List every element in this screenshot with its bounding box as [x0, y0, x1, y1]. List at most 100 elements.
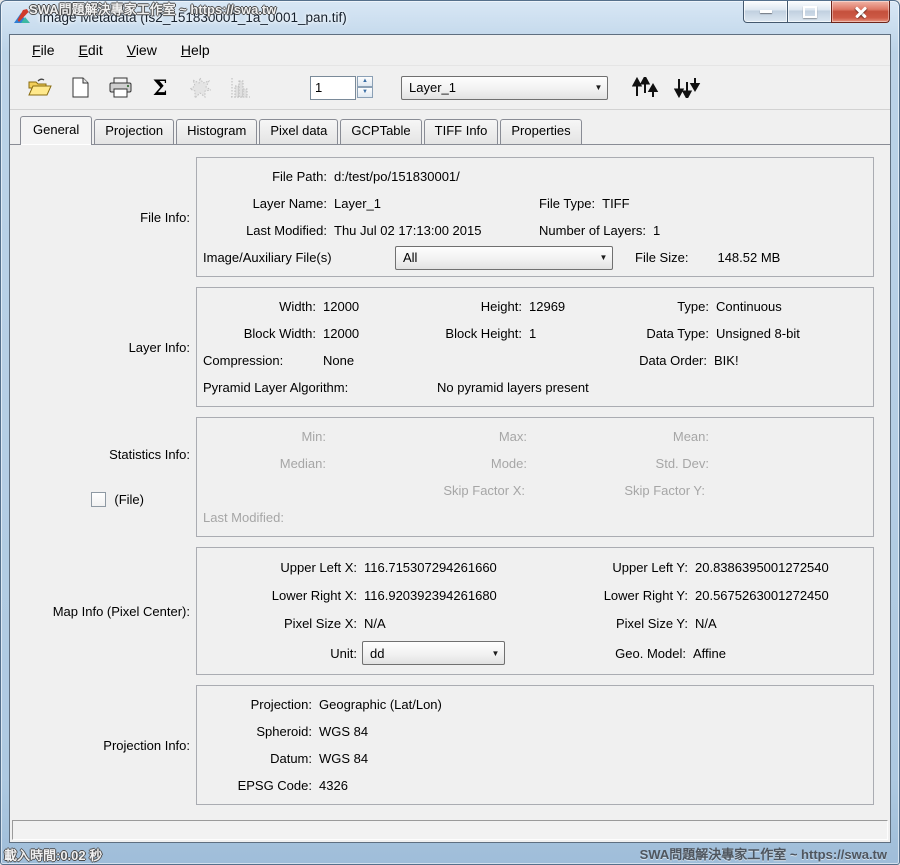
aux-files-row: Image/Auxiliary File(s) All ▼ File Size:… — [197, 244, 873, 271]
titlebar: Image Metadata (fs2_151830001_1a_0001_pa… — [1, 1, 899, 34]
print-button[interactable] — [104, 72, 136, 103]
skip-factor-y-label: Skip Factor Y: — [530, 483, 710, 498]
statistics-button[interactable]: Σ — [144, 72, 176, 103]
tab-histogram[interactable]: Histogram — [176, 119, 257, 144]
down-arrows-icon — [674, 77, 701, 98]
open-button[interactable] — [24, 72, 56, 103]
file-checkbox[interactable] — [91, 492, 106, 507]
datum-row: Datum: WGS 84 — [197, 745, 873, 772]
aux-files-select-value: All — [403, 250, 595, 265]
compression-row: Compression: None Data Order: BIK! — [197, 347, 873, 374]
maximize-icon — [803, 6, 817, 18]
block-height-value: 1 — [527, 326, 633, 341]
pixel-data-button-disabled — [184, 72, 216, 103]
projection-row: Projection: Geographic (Lat/Lon) — [197, 691, 873, 718]
median-label: Median: — [197, 456, 331, 471]
file-size-label: File Size: — [635, 250, 693, 265]
tab-projection[interactable]: Projection — [94, 119, 174, 144]
num-layers-label: Number of Layers: — [539, 223, 651, 238]
pyramid-value: No pyramid layers present — [435, 380, 589, 395]
dropdown-arrow-icon: ▼ — [487, 642, 504, 664]
last-modified-value: Thu Jul 02 17:13:00 2015 — [332, 223, 539, 238]
dimensions-row: Width: 12000 Height: 12969 Type: Continu… — [197, 293, 873, 320]
tab-properties[interactable]: Properties — [500, 119, 581, 144]
menu-view[interactable]: View — [115, 39, 169, 61]
pixel-size-x-value: N/A — [362, 616, 573, 631]
pixel-size-row: Pixel Size X: N/A Pixel Size Y: N/A — [197, 609, 873, 637]
menu-file[interactable]: File — [20, 39, 67, 61]
tab-pixel-data[interactable]: Pixel data — [259, 119, 338, 144]
height-label: Height: — [427, 299, 527, 314]
raise-layer-button[interactable] — [628, 74, 662, 102]
tab-strip: General Projection Histogram Pixel data … — [10, 110, 890, 144]
minimize-button[interactable] — [743, 1, 788, 23]
file-checkbox-row: (File) — [91, 492, 190, 507]
dotted-star-icon — [189, 77, 211, 99]
layer-info-label: Layer Info: — [10, 287, 196, 407]
close-icon — [854, 6, 868, 18]
layer-info-group: Width: 12000 Height: 12969 Type: Continu… — [196, 287, 874, 407]
projection-value: Geographic (Lat/Lon) — [317, 697, 442, 712]
unit-select[interactable]: dd ▼ — [362, 641, 505, 665]
upper-left-x-value: 116.715307294261660 — [362, 560, 573, 575]
maximize-button[interactable] — [787, 1, 832, 23]
dotted-histogram-icon — [229, 77, 251, 99]
printer-icon — [109, 77, 132, 98]
compression-label: Compression: — [197, 353, 321, 368]
aux-files-select[interactable]: All ▼ — [395, 246, 613, 270]
close-button[interactable] — [831, 1, 890, 23]
pixel-size-x-label: Pixel Size X: — [197, 616, 362, 631]
menu-bar: File Edit View Help — [10, 35, 890, 66]
layer-name-label: Layer Name: — [197, 196, 332, 211]
file-path-row: File Path: d:/test/po/151830001/ — [197, 163, 873, 190]
data-type-value: Unsigned 8-bit — [714, 326, 800, 341]
app-icon — [13, 8, 32, 27]
lower-layer-button[interactable] — [670, 74, 704, 102]
window-title: Image Metadata (fs2_151830001_1a_0001_pa… — [39, 10, 347, 25]
max-label: Max: — [432, 429, 532, 444]
geo-model-value: Affine — [691, 646, 726, 661]
menu-help[interactable]: Help — [169, 39, 222, 61]
datum-label: Datum: — [197, 751, 317, 766]
layer-number-input[interactable] — [310, 76, 356, 100]
epsg-value: 4326 — [317, 778, 348, 793]
file-path-value: d:/test/po/151830001/ — [332, 169, 460, 184]
tab-general[interactable]: General — [20, 116, 92, 145]
aux-files-label: Image/Auxiliary File(s) — [197, 250, 395, 265]
file-path-label: File Path: — [197, 169, 332, 184]
up-arrows-icon — [632, 77, 659, 98]
layer-select-value: Layer_1 — [409, 80, 590, 95]
watermark-load-time: 載入時間:0.02 秒 — [4, 845, 102, 864]
mean-label: Mean: — [638, 429, 714, 444]
statistics-info-section: Statistics Info: (File) Min: Max: Mean: — [10, 417, 874, 537]
block-width-value: 12000 — [321, 326, 427, 341]
tab-gcptable[interactable]: GCPTable — [340, 119, 421, 144]
pyramid-row: Pyramid Layer Algorithm: No pyramid laye… — [197, 374, 873, 401]
type-label: Type: — [633, 299, 714, 314]
data-order-label: Data Order: — [631, 353, 712, 368]
menu-edit[interactable]: Edit — [67, 39, 115, 61]
file-size-value: 148.52 MB — [715, 250, 780, 265]
layer-name-value: Layer_1 — [332, 196, 539, 211]
new-file-button[interactable] — [64, 72, 96, 103]
last-modified-label: Last Modified: — [197, 223, 332, 238]
data-order-value: BIK! — [712, 353, 739, 368]
epsg-label: EPSG Code: — [197, 778, 317, 793]
last-modified-row: Last Modified: Thu Jul 02 17:13:00 2015 … — [197, 217, 873, 244]
stats-row-2: Median: Mode: Std. Dev: — [197, 450, 873, 477]
layer-name-row: Layer Name: Layer_1 File Type: TIFF — [197, 190, 873, 217]
spin-down-button[interactable]: ▼ — [357, 87, 373, 98]
file-type-label: File Type: — [539, 196, 600, 211]
pyramid-label: Pyramid Layer Algorithm: — [197, 380, 435, 395]
stats-row-3: Skip Factor X: Skip Factor Y: — [197, 477, 873, 504]
new-document-icon — [72, 77, 89, 98]
status-bar — [12, 820, 888, 840]
toolbar: Σ ▲ ▼ — [10, 66, 890, 110]
width-label: Width: — [197, 299, 321, 314]
layer-number-spinner: ▲ ▼ — [310, 76, 373, 100]
spin-up-button[interactable]: ▲ — [357, 76, 373, 87]
geo-model-label: Geo. Model: — [505, 646, 691, 661]
tab-tiff-info[interactable]: TIFF Info — [424, 119, 499, 144]
layer-select[interactable]: Layer_1 ▼ — [401, 76, 608, 100]
file-info-section: File Info: File Path: d:/test/po/1518300… — [10, 157, 874, 277]
